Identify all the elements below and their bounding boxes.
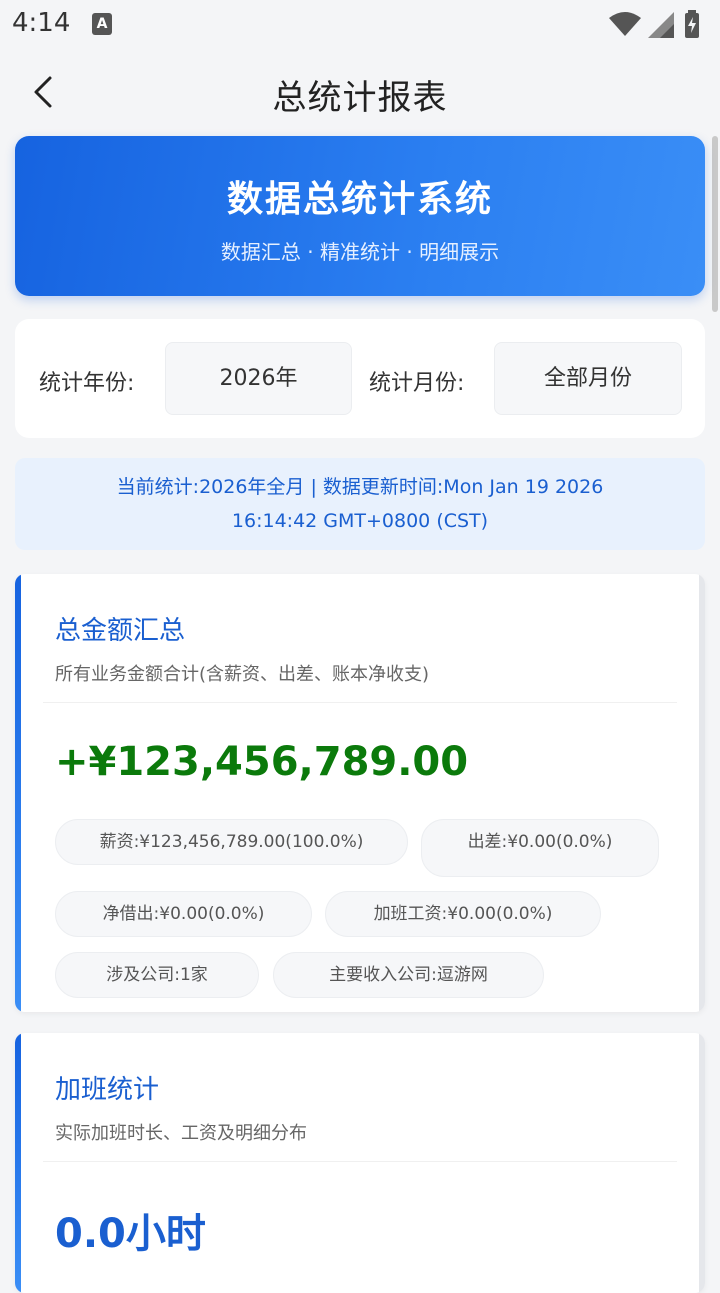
chip-overtime-pay: 加班工资:¥0.00(0.0%) — [325, 891, 601, 937]
card-side-bar — [699, 1033, 705, 1293]
card-side-bar — [699, 574, 705, 1012]
chip-business-trip: 出差:¥0.00(0.0%) — [421, 819, 659, 877]
signal-icon — [648, 12, 674, 38]
card-title: 总金额汇总 — [55, 616, 186, 646]
divider — [43, 1161, 677, 1162]
page-title: 总统计报表 — [272, 78, 448, 118]
app-bar: 总统计报表 — [0, 50, 720, 134]
chip-main-company: 主要收入公司:逗游网 — [273, 952, 544, 998]
month-label: 统计月份: — [369, 371, 465, 396]
card-subtitle: 实际加班时长、工资及明细分布 — [55, 1123, 307, 1144]
overtime-card: 加班统计 实际加班时长、工资及明细分布 0.0小时 — [15, 1033, 705, 1293]
notice-line-2: 16:14:42 GMT+0800 (CST) — [231, 510, 489, 532]
stats-notice: 当前统计:2026年全月 | 数据更新时间:Mon Jan 19 2026 16… — [15, 458, 705, 550]
chip-salary: 薪资:¥123,456,789.00(100.0%) — [55, 819, 408, 865]
notification-icon: A — [92, 13, 112, 35]
card-accent-bar — [15, 574, 21, 1012]
year-select[interactable]: 2026年 — [165, 342, 352, 415]
total-amount-value: +¥123,456,789.00 — [55, 739, 469, 785]
status-bar: 4:14 A — [0, 0, 720, 50]
status-time: 4:14 — [12, 8, 71, 38]
wifi-icon — [609, 12, 641, 36]
hero-subtitle: 数据汇总 · 精准统计 · 明细展示 — [220, 240, 500, 264]
chip-net-lending: 净借出:¥0.00(0.0%) — [55, 891, 312, 937]
card-subtitle: 所有业务金额合计(含薪资、出差、账本净收支) — [55, 664, 430, 685]
hero-banner: 数据总统计系统 数据汇总 · 精准统计 · 明细展示 — [15, 136, 705, 296]
card-title: 加班统计 — [55, 1075, 160, 1105]
status-icons — [608, 10, 708, 38]
scrollbar[interactable] — [712, 136, 718, 312]
card-accent-bar — [15, 1033, 21, 1293]
battery-charging-icon — [685, 10, 699, 38]
month-select[interactable]: 全部月份 — [494, 342, 682, 415]
hero-title: 数据总统计系统 — [226, 179, 493, 220]
filter-card: 统计年份: 2026年 统计月份: 全部月份 — [15, 319, 705, 438]
chip-companies: 涉及公司:1家 — [55, 952, 259, 998]
overtime-hours-value: 0.0小时 — [55, 1211, 206, 1257]
total-amount-card: 总金额汇总 所有业务金额合计(含薪资、出差、账本净收支) +¥123,456,7… — [15, 574, 705, 1012]
notice-line-1: 当前统计:2026年全月 | 数据更新时间:Mon Jan 19 2026 — [116, 476, 604, 498]
year-label: 统计年份: — [39, 371, 135, 396]
divider — [43, 702, 677, 703]
